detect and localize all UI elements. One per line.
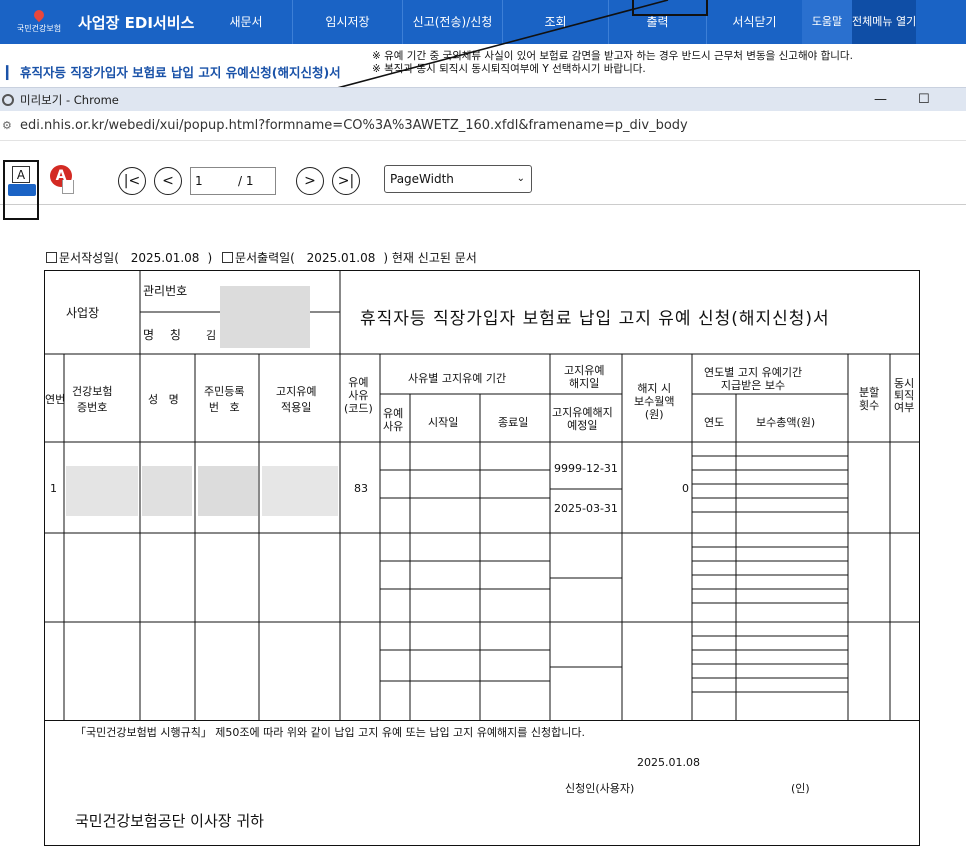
footer-statement: 「국민건강보험법 시행규칙」 제50조에 따라 위와 같이 납입 고지 유예 또… <box>75 726 585 739</box>
print-button[interactable]: A <box>3 160 39 220</box>
col-yearly-group: 연도별 고지 유예기간 지급받은 보수 <box>704 366 803 392</box>
col-start: 시작일 <box>428 416 459 429</box>
col-rrn: 주민등록 번 호 <box>204 385 245 414</box>
chrome-titlebar[interactable]: 미리보기 - Chrome — ☐ <box>0 87 966 111</box>
col-apply-date: 고지유예 적용일 <box>276 385 317 414</box>
printed-checkbox[interactable] <box>221 252 233 263</box>
workplace-label: 사업장 <box>66 306 100 320</box>
col-end: 종료일 <box>498 416 529 429</box>
col-installments: 분할 횟수 <box>859 386 880 412</box>
document-status-line: 문서작성일( 2025.01.08) 문서출력일( 2025.01.08 ) 현재… <box>46 249 477 266</box>
footer-date: 2025.01.08 <box>637 756 700 769</box>
redacted-rrn <box>198 466 258 516</box>
last-page-button[interactable]: >| <box>332 167 360 195</box>
row1-seq: 1 <box>50 482 57 495</box>
col-pay-total: 보수총액(원) <box>756 416 816 429</box>
col-period-group: 사유별 고지유예 기간 <box>408 372 507 385</box>
site-info-icon[interactable]: ⚙ <box>2 119 20 132</box>
screen: 국민건강보험 사업장 EDI서비스 새문서 임시저장 신고(전송)/신청 조회 … <box>0 0 966 859</box>
printer-body <box>8 184 36 196</box>
row1-reason-code: 83 <box>354 482 368 495</box>
redacted-health-no <box>66 466 138 516</box>
redacted-workplace-info <box>220 286 310 348</box>
chrome-icon <box>2 93 14 106</box>
mgmt-no-label: 관리번호 <box>143 284 188 298</box>
col-pay: 해지 시 보수월액 (원) <box>634 382 675 421</box>
pdf-document-icon <box>62 180 74 194</box>
row1-planned-date: 2025-03-31 <box>554 502 618 515</box>
col-simul-resign: 동시 퇴직 여부 <box>894 377 915 414</box>
seal-label: (인) <box>791 782 810 795</box>
prev-page-button[interactable]: < <box>154 167 182 195</box>
redacted-name <box>142 466 192 516</box>
name-label: 명 칭 <box>143 328 187 342</box>
row1-cancel-date: 9999-12-31 <box>554 462 618 475</box>
next-page-button[interactable]: > <box>296 167 324 195</box>
written-date: 2025.01.08 <box>130 251 200 265</box>
col-year: 연도 <box>704 416 725 429</box>
col-cancel-date: 고지유예 해지일 <box>564 364 605 390</box>
form-title: 휴직자등 직장가입자 보험료 납입 고지 유예 신청(해지신청)서 <box>360 309 830 329</box>
status-suffix: ) 현재 신고된 문서 <box>383 251 477 265</box>
col-health-no: 건강보험 증번호 <box>72 385 113 414</box>
zoom-select[interactable]: PageWidth ⌄ <box>384 165 532 193</box>
recipient: 국민건강보험공단 이사장 귀하 <box>75 812 264 830</box>
close-paren: ) <box>207 251 213 265</box>
col-cancel-planned: 고지유예해지 예정일 <box>552 406 613 432</box>
col-reason: 유예 사유 <box>383 407 404 433</box>
chrome-window-title: 미리보기 - Chrome <box>20 92 119 107</box>
printed-label: 문서출력일( <box>234 251 295 265</box>
printed-date: 2025.01.08 <box>306 251 376 265</box>
url-text: edi.nhis.or.kr/webedi/xui/popup.html?for… <box>20 118 688 133</box>
written-checkbox[interactable] <box>46 252 57 263</box>
address-bar[interactable]: ⚙ edi.nhis.or.kr/webedi/xui/popup.html?f… <box>0 111 966 141</box>
applicant-label: 신청인(사용자) <box>565 782 635 795</box>
form-footer: 「국민건강보험법 시행규칙」 제50조에 따라 위와 같이 납입 고지 유예 또… <box>44 718 920 846</box>
page-number-input[interactable]: 1 <box>190 167 276 195</box>
first-page-button[interactable]: |< <box>118 167 146 195</box>
redacted-apply-date <box>262 466 338 516</box>
row1-pay: 0 <box>682 482 689 495</box>
page-total: / 1 <box>238 174 254 188</box>
zoom-value: PageWidth <box>390 172 454 186</box>
written-label: 문서작성일( <box>59 251 119 265</box>
col-reason-code: 유예 사유 (코드) <box>344 376 373 415</box>
minimize-button[interactable]: — <box>874 92 887 107</box>
col-seq: 연번 <box>45 393 66 406</box>
col-name: 성 명 <box>148 393 179 406</box>
name-value: 김 <box>206 329 217 342</box>
chevron-down-icon: ⌄ <box>516 173 525 184</box>
print-icon: A <box>12 166 30 183</box>
maximize-button[interactable]: ☐ <box>918 92 930 107</box>
application-form-table: 사업장 관리번호 명 칭 김 휴직자등 직장가입자 보험료 납입 고지 유예 신… <box>44 270 920 722</box>
